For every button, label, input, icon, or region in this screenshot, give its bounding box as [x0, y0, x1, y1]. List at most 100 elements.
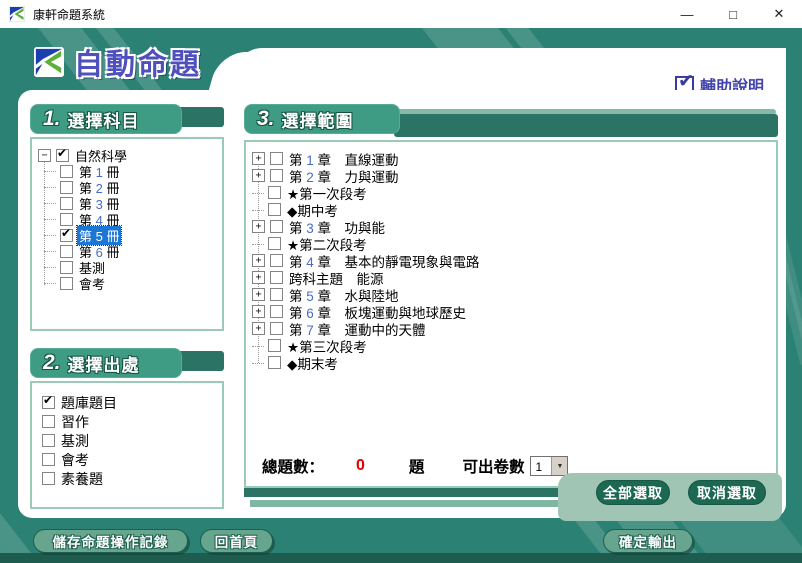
tree-item[interactable]: +跨科主題 能源 [252, 269, 772, 286]
tree-connector [44, 274, 56, 284]
home-button[interactable]: 回首頁 [200, 529, 273, 553]
tree-item[interactable]: 第 6 冊 [44, 243, 218, 259]
tree-item-label: 會考 [77, 274, 107, 293]
checkbox[interactable] [60, 277, 73, 290]
minimize-button[interactable]: — [664, 0, 710, 28]
source-item-label: 素養題 [59, 469, 105, 489]
header-tab: 3. 選擇範圍 [244, 104, 400, 134]
app-window: 康軒命題系統 — □ ✕ 自動命題 [0, 0, 802, 563]
checkbox[interactable] [42, 434, 55, 447]
tree-item[interactable]: ★第一次段考 [252, 184, 772, 201]
paper-count-select[interactable]: 1 ▼ [530, 456, 568, 476]
tree-item[interactable]: 第 2 冊 [44, 179, 218, 195]
checkbox[interactable] [60, 229, 73, 242]
bottom-dark-strip [0, 553, 802, 563]
tree-item[interactable]: 基測 [44, 259, 218, 275]
source-item[interactable]: 會考 [40, 450, 218, 469]
expander-expand-icon[interactable]: + [252, 288, 265, 301]
range-tree: +第 1 章 直線運動+第 2 章 力與運動★第一次段考◆期中考+第 3 章 功… [246, 142, 776, 371]
checkbox[interactable] [268, 203, 281, 216]
tree-item[interactable]: ★第二次段考 [252, 235, 772, 252]
tree-item[interactable]: +第 7 章 運動中的天體 [252, 320, 772, 337]
source-item-label: 題庫題目 [59, 393, 119, 413]
checkbox[interactable] [270, 169, 283, 182]
source-item[interactable]: 習作 [40, 412, 218, 431]
close-button[interactable]: ✕ [756, 0, 802, 28]
checkbox[interactable] [60, 261, 73, 274]
tree-item[interactable]: +第 5 章 水與陸地 [252, 286, 772, 303]
checkbox[interactable] [268, 186, 281, 199]
panel-source-header: 2. 選擇出處 [30, 348, 224, 382]
tree-item[interactable]: 第 1 冊 [44, 163, 218, 179]
checkbox[interactable] [270, 322, 283, 335]
total-unit-label: 題 [409, 455, 425, 477]
tree-item[interactable]: +第 6 章 板塊運動與地球歷史 [252, 303, 772, 320]
checkbox[interactable] [60, 165, 73, 178]
expander-expand-icon[interactable]: + [252, 152, 265, 165]
checkbox[interactable] [270, 254, 283, 267]
tree-item[interactable]: +第 1 章 直線運動 [252, 150, 772, 167]
expander-expand-icon[interactable]: + [252, 169, 265, 182]
header-tab: 2. 選擇出處 [30, 348, 182, 378]
checkbox[interactable] [270, 152, 283, 165]
checkbox[interactable] [268, 237, 281, 250]
dropdown-arrow-icon[interactable]: ▼ [551, 457, 567, 475]
expander-expand-icon[interactable]: + [252, 322, 265, 335]
checkbox[interactable] [270, 305, 283, 318]
panel-select-range: 3. 選擇範圍 +第 1 章 直線運動+第 2 章 力與運動★第一次段考◆期中考… [244, 104, 778, 514]
tree-item[interactable]: −自然科學 [38, 147, 218, 163]
maximize-button[interactable]: □ [710, 0, 756, 28]
range-bottom-stripe [250, 500, 560, 507]
step-title: 選擇出處 [68, 351, 140, 376]
source-item-label: 會考 [59, 450, 91, 470]
tree-item[interactable]: +第 3 章 功與能 [252, 218, 772, 235]
confirm-output-button[interactable]: 確定輸出 [603, 529, 693, 553]
expander-collapse-icon[interactable]: − [38, 149, 51, 162]
tree-item[interactable]: 會考 [44, 275, 218, 291]
checkbox[interactable] [42, 396, 55, 409]
tree-item[interactable]: ◆期末考 [252, 354, 772, 371]
app-logo-icon [9, 6, 25, 22]
checkbox[interactable] [60, 213, 73, 226]
source-item[interactable]: 基測 [40, 431, 218, 450]
deselect-all-button[interactable]: 取消選取 [688, 480, 766, 505]
checkbox[interactable] [270, 271, 283, 284]
total-count-value: 0 [356, 457, 365, 475]
tree-connector [252, 354, 264, 364]
save-operation-log-button[interactable]: 儲存命題操作記錄 [33, 529, 188, 553]
step-number: 2. [43, 351, 61, 375]
tree-connector [44, 210, 56, 220]
checkbox[interactable] [42, 472, 55, 485]
panel-subject-header: 1. 選擇科目 [30, 104, 224, 138]
source-item[interactable]: 題庫題目 [40, 393, 218, 412]
expander-expand-icon[interactable]: + [252, 271, 265, 284]
tree-item[interactable]: ★第三次段考 [252, 337, 772, 354]
checkbox[interactable] [42, 415, 55, 428]
expander-expand-icon[interactable]: + [252, 254, 265, 267]
tree-item[interactable]: 第 3 冊 [44, 195, 218, 211]
panel-select-subject: 1. 選擇科目 −自然科學第 1 冊第 2 冊第 3 冊第 4 冊第 5 冊第 … [30, 104, 224, 346]
subject-tree-children: 第 1 冊第 2 冊第 3 冊第 4 冊第 5 冊第 6 冊基測會考 [44, 163, 218, 291]
checkbox[interactable] [268, 339, 281, 352]
checkbox[interactable] [270, 288, 283, 301]
checkbox[interactable] [56, 149, 69, 162]
tree-item[interactable]: +第 4 章 基本的靜電現象與電路 [252, 252, 772, 269]
range-bottom-band [244, 488, 560, 497]
app-background: 自動命題 輔助說明 1. 選擇科目 −自然 [0, 28, 802, 563]
checkbox[interactable] [60, 245, 73, 258]
checkbox[interactable] [42, 453, 55, 466]
tree-item[interactable]: +第 2 章 力與運動 [252, 167, 772, 184]
checkbox[interactable] [270, 220, 283, 233]
tree-item[interactable]: 第 5 冊 [44, 227, 218, 243]
select-all-button[interactable]: 全部選取 [596, 480, 670, 505]
step-number: 1. [43, 107, 61, 131]
checkbox[interactable] [268, 356, 281, 369]
checkbox[interactable] [60, 197, 73, 210]
step-title: 選擇範圍 [282, 107, 354, 132]
tree-item[interactable]: ◆期中考 [252, 201, 772, 218]
expander-expand-icon[interactable]: + [252, 305, 265, 318]
tree-connector [44, 226, 56, 236]
expander-expand-icon[interactable]: + [252, 220, 265, 233]
checkbox[interactable] [60, 181, 73, 194]
source-item[interactable]: 素養題 [40, 469, 218, 488]
